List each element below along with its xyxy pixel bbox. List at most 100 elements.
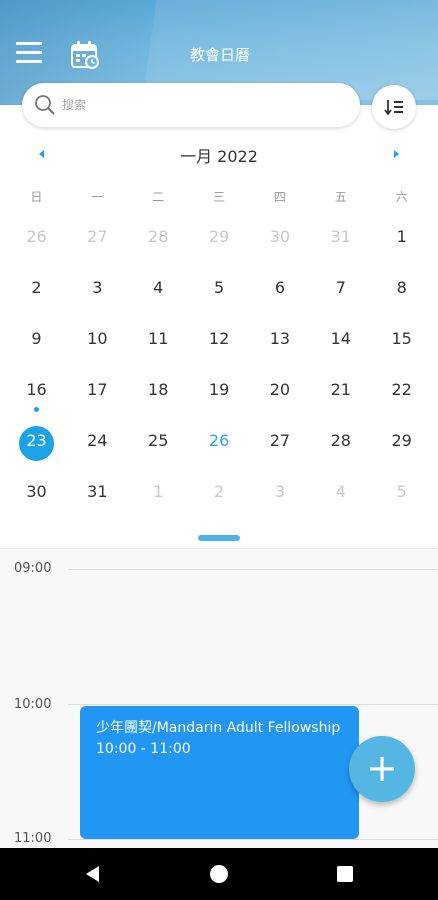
calendar-day[interactable]: 25 (128, 418, 189, 469)
day-number: 4 (335, 482, 346, 501)
back-triangle-icon[interactable] (84, 865, 102, 883)
day-number: 29 (391, 431, 412, 450)
calendar-day[interactable]: 20 (249, 367, 310, 418)
day-number: 24 (87, 431, 108, 450)
day-number: 5 (396, 482, 407, 501)
hour-label: 11:00 (14, 831, 52, 846)
event-card[interactable]: 少年團契/Mandarin Adult Fellowship 10:00 - 1… (80, 706, 359, 839)
drag-handle[interactable] (198, 535, 240, 541)
calendar-day[interactable]: 12 (189, 316, 250, 367)
search-input[interactable] (62, 93, 342, 117)
day-number: 20 (269, 380, 291, 399)
calendar-day[interactable]: 29 (371, 418, 432, 469)
calendar-day[interactable]: 15 (371, 316, 432, 367)
calendar-day[interactable]: 30 (6, 469, 67, 520)
day-number: 18 (148, 380, 169, 399)
calendar-day[interactable]: 11 (128, 316, 189, 367)
calendar-day[interactable]: 30 (249, 214, 310, 265)
chevron-right-icon[interactable] (390, 146, 402, 162)
calendar-day[interactable]: 28 (128, 214, 189, 265)
day-number: 2 (31, 278, 42, 297)
calendar-day[interactable]: 27 (249, 418, 310, 469)
calendar-day[interactable]: 6 (249, 265, 310, 316)
calendar-day[interactable]: 26 (6, 214, 67, 265)
day-number: 29 (208, 227, 230, 246)
home-circle-icon[interactable] (210, 865, 228, 883)
day-number: 3 (92, 278, 103, 297)
calendar-day[interactable]: 27 (67, 214, 128, 265)
day-number: 12 (208, 329, 230, 348)
add-event-button[interactable]: + (349, 736, 415, 802)
calendar-day-selected[interactable]: 23 (6, 418, 67, 469)
calendar-day[interactable]: 17 (67, 367, 128, 418)
calendar-day[interactable]: 5 (371, 469, 432, 520)
calendar-day[interactable]: 1 (371, 214, 432, 265)
calendar-day-today[interactable]: 26 (189, 418, 250, 469)
system-navigation-bar (0, 848, 438, 900)
day-number: 28 (148, 227, 169, 246)
hamburger-menu-icon[interactable] (16, 42, 42, 66)
hour-divider (68, 569, 438, 570)
day-number: 8 (396, 278, 407, 297)
day-number: 25 (148, 431, 169, 450)
hour-label: 10:00 (14, 697, 52, 712)
day-number: 23 (26, 431, 47, 450)
calendar-day[interactable]: 7 (310, 265, 371, 316)
sort-button[interactable] (372, 85, 416, 129)
calendar-week-row: 16 17 18 19 20 21 22 (6, 367, 432, 418)
day-number: 22 (391, 380, 412, 399)
day-timeline[interactable]: 09:00 10:00 11:00 少年團契/Mandarin Adult Fe… (0, 548, 438, 848)
day-number: 1 (396, 227, 407, 246)
calendar-day[interactable]: 2 (6, 265, 67, 316)
day-number: 26 (208, 431, 230, 450)
weekday-header: 日 一 二 三 四 五 六 (6, 188, 432, 208)
calendar-day[interactable]: 8 (371, 265, 432, 316)
calendar-day[interactable]: 2 (189, 469, 250, 520)
calendar-day[interactable]: 16 (6, 367, 67, 418)
day-number: 10 (87, 329, 108, 348)
day-number: 16 (26, 380, 47, 399)
calendar-day[interactable]: 29 (189, 214, 250, 265)
calendar-day[interactable]: 28 (310, 418, 371, 469)
calendar-day[interactable]: 5 (189, 265, 250, 316)
weekday-label: 二 (152, 190, 165, 204)
event-time: 10:00 - 11:00 (96, 741, 191, 757)
calendar-day[interactable]: 18 (128, 367, 189, 418)
calendar-day[interactable]: 4 (128, 265, 189, 316)
calendar-day[interactable]: 31 (67, 469, 128, 520)
calendar-day[interactable]: 21 (310, 367, 371, 418)
day-number: 6 (274, 278, 286, 297)
calendar-day[interactable]: 1 (128, 469, 189, 520)
calendar-day[interactable]: 14 (310, 316, 371, 367)
calendar-day[interactable]: 22 (371, 367, 432, 418)
search-icon (35, 95, 55, 115)
day-number: 2 (213, 482, 225, 501)
day-number: 21 (330, 380, 351, 399)
chevron-left-icon[interactable] (36, 146, 48, 162)
calendar-day[interactable]: 31 (310, 214, 371, 265)
calendar-day[interactable]: 19 (189, 367, 250, 418)
calendar-day[interactable]: 10 (67, 316, 128, 367)
calendar-day[interactable]: 13 (249, 316, 310, 367)
day-number: 27 (87, 227, 108, 246)
day-number: 9 (31, 329, 42, 348)
day-number: 4 (153, 278, 164, 297)
calendar-day[interactable]: 3 (67, 265, 128, 316)
search-bar[interactable] (22, 83, 360, 127)
weekday-label: 四 (273, 190, 286, 204)
day-number: 30 (269, 227, 291, 246)
month-label[interactable]: 一月 2022 (119, 143, 319, 167)
weekday-label: 一 (91, 190, 104, 204)
calendar-day[interactable]: 24 (67, 418, 128, 469)
day-number: 30 (26, 482, 47, 501)
weekday-label: 六 (395, 190, 408, 204)
day-number: 27 (269, 431, 291, 450)
day-number: 1 (153, 482, 164, 501)
calendar-week-row: 23 24 25 26 27 28 29 (6, 418, 432, 469)
weekday-label: 三 (213, 190, 226, 204)
calendar-day[interactable]: 9 (6, 316, 67, 367)
day-number: 11 (148, 329, 169, 348)
calendar-day[interactable]: 3 (249, 469, 310, 520)
calendar-day[interactable]: 4 (310, 469, 371, 520)
recent-apps-square-icon[interactable] (337, 866, 353, 882)
